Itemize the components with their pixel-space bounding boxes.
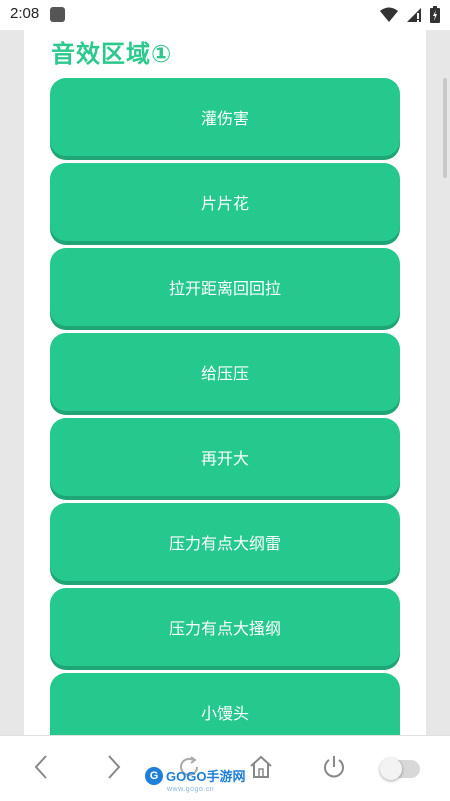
- status-time: 2:08: [10, 5, 40, 22]
- app-notification-icon: [50, 7, 65, 22]
- page-margin-left: [0, 30, 24, 735]
- home-icon[interactable]: [248, 754, 274, 780]
- forward-icon[interactable]: [106, 754, 122, 780]
- sound-button[interactable]: 再开大: [50, 418, 400, 496]
- sound-effects-panel: 音效区域① 灌伤害 片片花 拉开距离回回拉 给压压 再开大 压力有点大纲雷 压力…: [24, 30, 426, 735]
- back-icon[interactable]: [33, 754, 49, 780]
- scrollbar-thumb[interactable]: [443, 78, 447, 178]
- status-icons: [380, 6, 440, 23]
- sound-button[interactable]: 片片花: [50, 163, 400, 241]
- wifi-icon: [380, 7, 398, 22]
- toggle-knob: [380, 758, 402, 780]
- sound-button[interactable]: 小馒头: [50, 673, 400, 735]
- sound-button[interactable]: 给压压: [50, 333, 400, 411]
- watermark-text: GOGO手游网: [166, 769, 246, 784]
- watermark-url: www.gogo.cn: [167, 786, 215, 793]
- status-bar: 2:08: [0, 0, 450, 30]
- watermark-badge: G: [145, 766, 163, 785]
- toggle-switch[interactable]: [380, 758, 420, 780]
- bottom-nav-bar: G GOGO手游网 www.gogo.cn: [0, 735, 450, 801]
- sound-button[interactable]: 压力有点大搔纲: [50, 588, 400, 666]
- sound-button[interactable]: 灌伤害: [50, 78, 400, 156]
- sound-button[interactable]: 压力有点大纲雷: [50, 503, 400, 581]
- battery-icon: [430, 6, 440, 23]
- signal-icon: [407, 7, 421, 22]
- section-title: 音效区域①: [51, 40, 173, 68]
- watermark-logo: G GOGO手游网: [145, 766, 245, 785]
- sound-button[interactable]: 拉开距离回回拉: [50, 248, 400, 326]
- power-icon[interactable]: [321, 754, 347, 780]
